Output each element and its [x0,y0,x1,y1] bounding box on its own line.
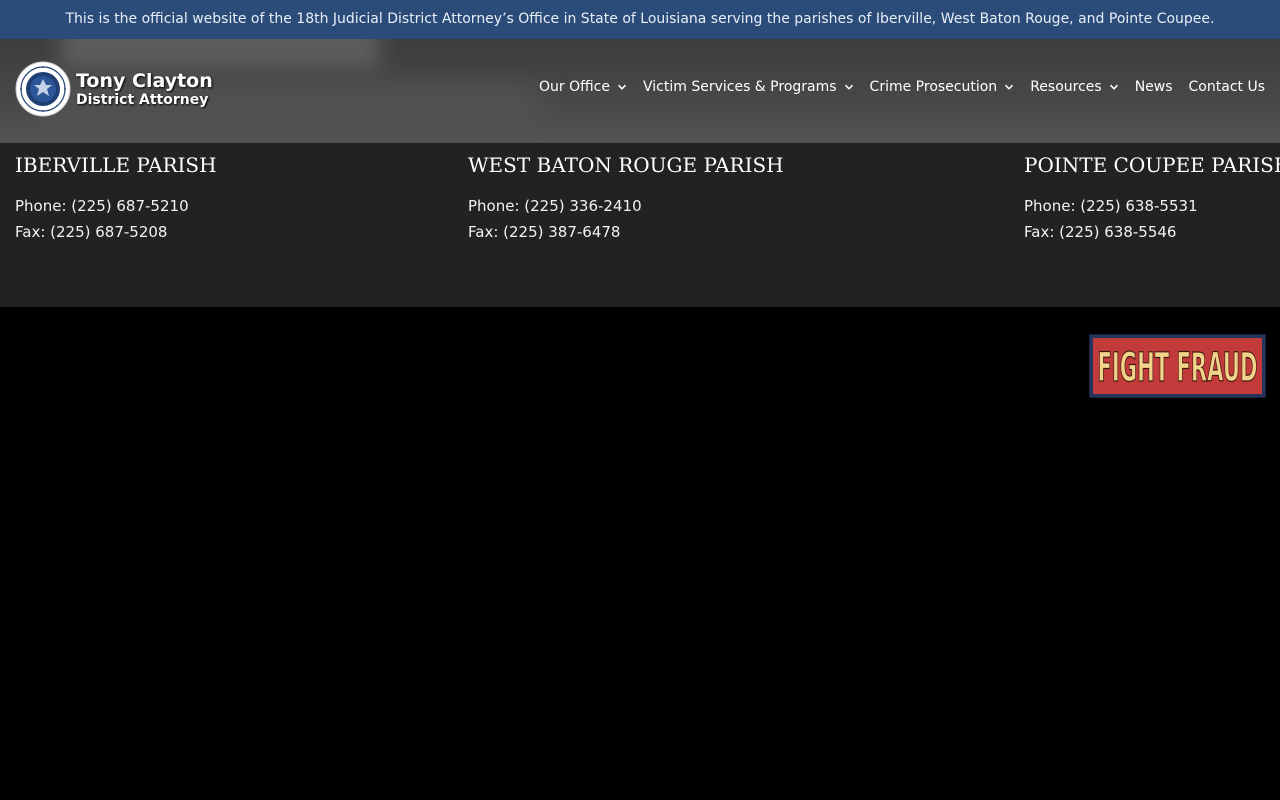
site-logo[interactable]: Tony Clayton District Attorney [15,61,213,117]
chevron-down-icon [844,84,853,90]
chevron-down-icon [1109,84,1118,90]
logo-wordmark: Tony Clayton District Attorney [76,70,213,109]
parish-title: IBERVILLE PARISH [15,153,217,177]
official-site-notice: This is the official website of the 18th… [65,11,1215,27]
parish-fax: Fax: (225) 638-5546 [1024,223,1177,241]
main-navigation: Our Office Victim Services & Programs Cr… [539,79,1265,95]
nav-news-label: News [1134,79,1173,95]
nav-our-office-label: Our Office [539,79,610,95]
official-site-notice-bar: This is the official website of the 18th… [0,0,1280,39]
nav-resources-label: Resources [1030,79,1102,95]
state-seal-icon [15,61,71,117]
nav-contact-us-label: Contact Us [1188,79,1265,95]
fight-fraud-lettering: FIGHT FRAUD [1097,344,1258,391]
parish-fax: Fax: (225) 387-6478 [468,223,621,241]
nav-victim-services-programs-label: Victim Services & Programs [643,79,837,95]
nav-contact-us[interactable]: Contact Us [1189,79,1265,95]
nav-news[interactable]: News [1135,79,1173,95]
logo-name: Tony Clayton [76,69,213,92]
fight-fraud-text: FIGHT FRAUD [1098,345,1258,391]
nav-our-office[interactable]: Our Office [539,79,627,95]
nav-resources[interactable]: Resources [1030,79,1119,95]
parish-phone[interactable]: Phone: (225) 336-2410 [468,193,784,219]
nav-victim-services-programs[interactable]: Victim Services & Programs [643,79,854,95]
nav-crime-prosecution-label: Crime Prosecution [869,79,998,95]
nav-crime-prosecution[interactable]: Crime Prosecution [870,79,1015,95]
parish-title: POINTE COUPEE PARISH [1024,153,1280,177]
fight-fraud-badge[interactable]: FIGHT FRAUD [1089,334,1266,398]
logo-title: District Attorney [76,91,209,108]
parish-phone[interactable]: Phone: (225) 687-5210 [15,193,217,219]
parish-contacts-section: IBERVILLE PARISH Phone: (225) 687-5210 F… [0,143,1280,307]
chevron-down-icon [617,84,627,90]
parish-fax: Fax: (225) 687-5208 [15,223,168,241]
site-header: Tony Clayton District Attorney Our Offic… [0,39,1280,143]
parish-iberville: IBERVILLE PARISH Phone: (225) 687-5210 F… [15,151,217,245]
chevron-down-icon [1005,84,1014,90]
parish-phone[interactable]: Phone: (225) 638-5531 [1024,193,1280,219]
parish-west-baton-rouge: WEST BATON ROUGE PARISH Phone: (225) 336… [468,151,784,245]
parish-title: WEST BATON ROUGE PARISH [468,153,784,177]
parish-pointe-coupee: POINTE COUPEE PARISH Phone: (225) 638-55… [1024,151,1280,245]
